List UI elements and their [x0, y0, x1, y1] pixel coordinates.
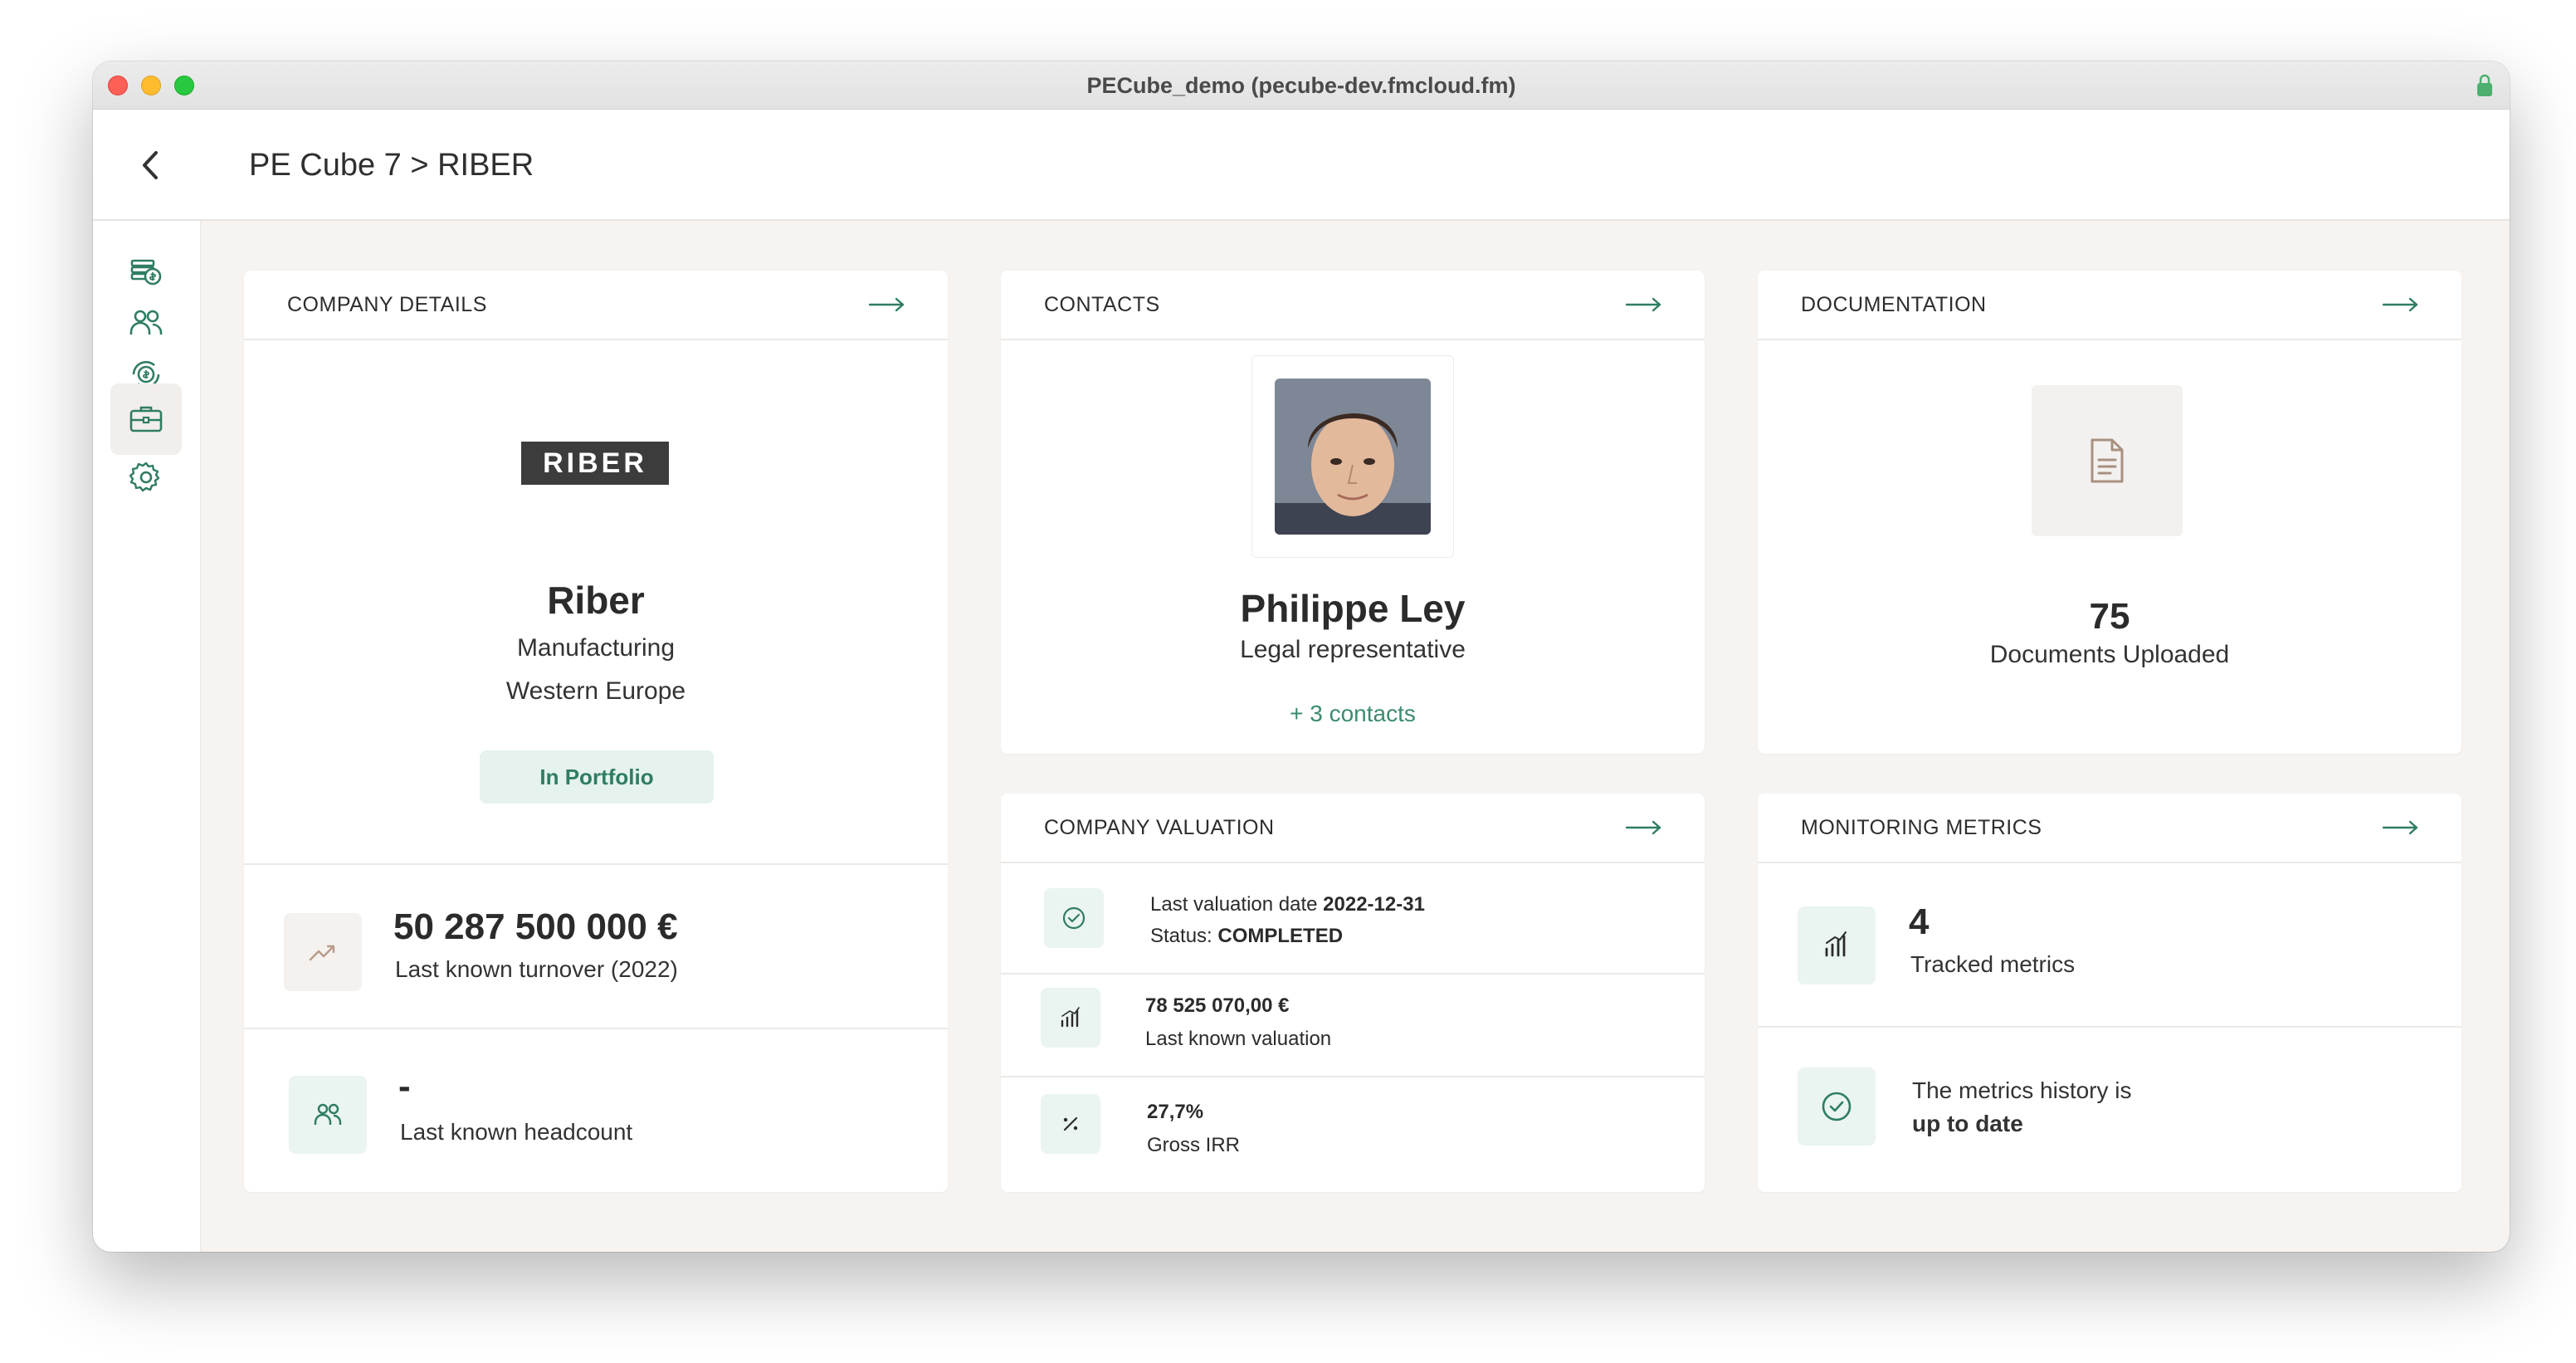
valuation-status-prefix: Status: — [1150, 925, 1212, 947]
lock-icon — [2477, 74, 2492, 96]
headcount-label: Last known headcount — [400, 1119, 633, 1145]
tracked-metrics-icon-box — [1798, 906, 1876, 984]
more-contacts-link[interactable]: + 3 contacts — [1001, 701, 1705, 727]
card-header: CONTACTS — [1001, 271, 1705, 340]
status-badge: In Portfolio — [480, 750, 714, 804]
irr-label: Gross IRR — [1147, 1134, 1241, 1156]
valuation-value: 78 525 070,00 € — [1145, 994, 1290, 1017]
arrow-right-icon — [868, 297, 905, 312]
card-header: DOCUMENTATION — [1758, 271, 2461, 340]
card-title: COMPANY VALUATION — [1044, 815, 1275, 839]
valuation-status-row: Status: COMPLETED — [1150, 925, 1343, 948]
document-icon — [2091, 438, 2124, 483]
card-title: COMPANY DETAILS — [287, 292, 487, 316]
turnover-value: 50 287 500 000 € — [393, 906, 678, 947]
valuation-status: COMPLETED — [1217, 925, 1344, 947]
open-company-details-button[interactable] — [868, 292, 910, 317]
valuation-status-icon-box — [1044, 888, 1104, 948]
app-window: PECube_demo (pecube-dev.fmcloud.fm) PE C… — [93, 61, 2510, 1252]
history-status: up to date — [1912, 1111, 2023, 1136]
open-metrics-button[interactable] — [2382, 815, 2423, 840]
valuation-date-prefix: Last valuation date — [1150, 893, 1318, 916]
company-details-card: COMPANY DETAILS RIBER Riber Manufacturin… — [244, 271, 948, 1192]
company-sector: Manufacturing — [516, 634, 676, 662]
tracked-metrics-count: 4 — [1909, 901, 1930, 942]
check-circle-icon — [1062, 906, 1086, 930]
breadcrumb: PE Cube 7 > RIBER — [249, 148, 534, 183]
sidebar-item-settings[interactable] — [110, 442, 182, 513]
contact-avatar-frame — [1251, 355, 1454, 558]
card-title: CONTACTS — [1044, 292, 1160, 316]
divider — [244, 863, 948, 865]
check-circle-icon — [1822, 1092, 1852, 1121]
arrow-right-icon — [2382, 820, 2418, 835]
turnover-label: Last known turnover (2022) — [395, 956, 678, 982]
chevron-left-icon — [143, 151, 158, 179]
document-icon-box — [2032, 385, 2183, 536]
arrow-right-icon — [2382, 297, 2418, 312]
contacts-card: CONTACTS Philippe Ley Legal representati… — [1001, 271, 1705, 754]
valuation-value-icon-box — [1041, 988, 1100, 1048]
contact-role: Legal representative — [1240, 636, 1466, 663]
divider — [244, 1028, 948, 1029]
company-region: Western Europe — [505, 677, 686, 705]
arrow-right-icon — [1625, 297, 1661, 312]
history-status-icon-box — [1798, 1067, 1876, 1146]
card-header: MONITORING METRICS — [1758, 794, 2461, 863]
irr-value: 27,7% — [1147, 1101, 1204, 1123]
monitoring-metrics-card: MONITORING METRICS 4 Tracked metrics The… — [1758, 794, 2461, 1192]
headcount-value: - — [398, 1066, 411, 1107]
money-stack-icon — [130, 259, 162, 286]
trend-up-icon — [309, 945, 335, 961]
company-logo-text: RIBER — [543, 447, 647, 479]
back-button[interactable] — [131, 146, 169, 184]
window-title: PECube_demo (pecube-dev.fmcloud.fm) — [1086, 73, 1516, 98]
briefcase-icon — [129, 406, 163, 432]
percent-icon — [1063, 1116, 1078, 1131]
valuation-date-row: Last valuation date 2022-12-31 — [1150, 893, 1425, 916]
card-title: DOCUMENTATION — [1801, 292, 1987, 316]
history-text: The metrics history is — [1912, 1077, 2132, 1103]
company-name: Riber — [547, 579, 645, 622]
turnover-icon-box — [284, 913, 362, 991]
documentation-card: DOCUMENTATION 75 Documents Uploaded — [1758, 271, 2461, 754]
tracked-metrics-label: Tracked metrics — [1910, 951, 2076, 977]
headcount-icon-box — [289, 1076, 367, 1154]
document-count-label: Documents Uploaded — [1989, 641, 2230, 668]
bar-chart-icon — [1825, 931, 1847, 957]
arrow-right-icon — [1625, 820, 1661, 835]
contact-name: Philippe Ley — [1240, 587, 1466, 630]
sidebar — [93, 221, 201, 1252]
card-header: COMPANY DETAILS — [244, 271, 948, 340]
divider — [1001, 973, 1705, 975]
title-bar: PECube_demo (pecube-dev.fmcloud.fm) — [93, 61, 2510, 110]
company-valuation-card: COMPANY VALUATION Last valuation date 20… — [1001, 794, 1705, 1192]
card-title: MONITORING METRICS — [1801, 815, 2042, 839]
open-contacts-button[interactable] — [1625, 292, 1666, 317]
valuation-date: 2022-12-31 — [1323, 893, 1425, 916]
valuation-value-label: Last known valuation — [1145, 1028, 1332, 1050]
avatar — [1275, 379, 1431, 535]
divider — [1001, 1076, 1705, 1077]
document-count: 75 — [2089, 596, 2130, 637]
open-valuation-button[interactable] — [1625, 815, 1666, 840]
divider — [1758, 1026, 2461, 1028]
bar-chart-icon — [1061, 1007, 1080, 1028]
gear-icon — [129, 462, 160, 492]
irr-icon-box — [1041, 1094, 1100, 1154]
people-icon — [314, 1103, 342, 1125]
card-header: COMPANY VALUATION — [1001, 794, 1705, 863]
open-documentation-button[interactable] — [2382, 292, 2423, 317]
app-header: PE Cube 7 > RIBER — [93, 110, 2510, 221]
people-icon — [129, 310, 163, 335]
company-logo: RIBER — [521, 442, 669, 485]
